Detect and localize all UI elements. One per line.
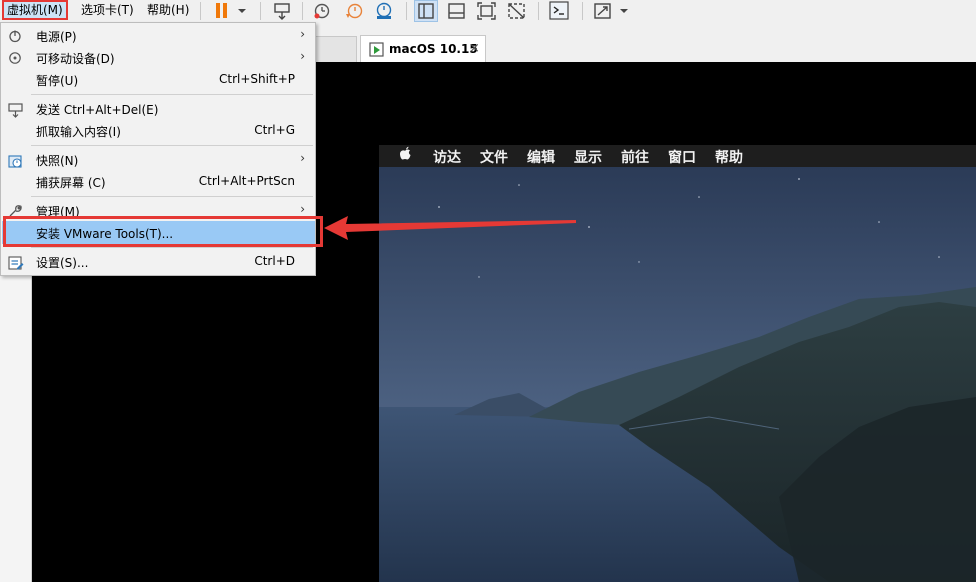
menu-item-power[interactable]: 电源(P) ›: [2, 25, 315, 47]
power-icon: [8, 29, 22, 46]
unity-button[interactable]: [504, 0, 530, 22]
snapshot-button[interactable]: [310, 0, 336, 22]
chevron-down-icon: [620, 9, 628, 13]
guest-menu-file[interactable]: 文件: [480, 147, 508, 167]
menu-item-removable-devices[interactable]: 可移动设备(D) ›: [2, 47, 315, 69]
menu-item-shortcut: Ctrl+D: [254, 254, 295, 268]
guest-menubar: 访达 文件 编辑 显示 前往 窗口 帮助: [379, 145, 976, 167]
settings-icon: [8, 255, 24, 274]
chevron-down-icon: [238, 9, 246, 13]
annotation-arrow-icon: [324, 216, 576, 240]
revert-snapshot-button[interactable]: [342, 0, 368, 22]
terminal-icon: [549, 1, 569, 20]
sidebar-layout-icon: [418, 3, 434, 19]
revert-clock-icon: [346, 3, 363, 19]
menu-item-snapshot[interactable]: 快照(N) ›: [2, 149, 315, 171]
chevron-right-icon: ›: [300, 151, 305, 165]
menu-item-label: 暂停(U): [36, 74, 79, 88]
menu-item-shortcut: Ctrl+G: [254, 123, 295, 137]
stretch-icon: [594, 3, 611, 19]
chevron-right-icon: ›: [300, 202, 305, 216]
guest-menu-go[interactable]: 前往: [621, 147, 649, 167]
menu-item-label: 快照(N): [36, 154, 79, 168]
console-view-button[interactable]: [444, 0, 470, 22]
annotation-highlight-box: [3, 216, 323, 247]
snapshot-clock-icon: [314, 3, 330, 19]
fullscreen-button[interactable]: [474, 0, 500, 22]
menu-separator: [31, 247, 313, 248]
menu-item-pause[interactable]: 暂停(U) Ctrl+Shift+P: [2, 69, 315, 91]
menu-separator: [31, 94, 313, 95]
terminal-button[interactable]: [546, 0, 574, 22]
guest-menu-finder[interactable]: 访达: [433, 147, 461, 167]
device-icon: [8, 51, 22, 68]
chevron-right-icon: ›: [300, 49, 305, 63]
menu-item-label: 捕获屏幕 (C): [36, 176, 106, 190]
menu-help[interactable]: 帮助(H): [144, 0, 192, 20]
menu-vm[interactable]: 虚拟机(M): [2, 0, 68, 20]
library-view-button[interactable]: [414, 0, 438, 22]
guest-menu-edit[interactable]: 编辑: [527, 147, 555, 167]
guest-menu-window[interactable]: 窗口: [668, 147, 696, 167]
chevron-right-icon: ›: [300, 27, 305, 41]
toolbar-divider: [302, 2, 303, 20]
menu-item-label: 抓取输入内容(I): [36, 125, 121, 139]
stretch-button[interactable]: [590, 0, 634, 22]
pause-button[interactable]: [210, 0, 250, 22]
keyboard-send-icon: [274, 3, 290, 20]
menu-item-label: 电源(P): [36, 30, 77, 44]
toolbar-divider: [200, 2, 201, 20]
toolbar-divider: [406, 2, 407, 20]
menu-tabs[interactable]: 选项卡(T): [78, 0, 137, 20]
snapshot-icon: [8, 153, 24, 172]
close-icon[interactable]: ×: [469, 41, 480, 56]
keyboard-icon: [8, 102, 24, 121]
snapshot-manager-button[interactable]: [372, 0, 398, 22]
guest-menu-view[interactable]: 显示: [574, 147, 602, 167]
send-keys-button[interactable]: [270, 0, 296, 22]
guest-menu-help[interactable]: 帮助: [715, 147, 743, 167]
menu-item-settings[interactable]: 设置(S)... Ctrl+D: [2, 251, 315, 273]
menu-separator: [31, 196, 313, 197]
menu-separator: [31, 145, 313, 146]
tab-home[interactable]: [312, 36, 357, 62]
apple-icon[interactable]: [399, 146, 413, 167]
console-layout-icon: [448, 3, 465, 19]
vm-running-icon: [369, 42, 385, 61]
menu-item-send-ctrl-alt-del[interactable]: 发送 Ctrl+Alt+Del(E): [2, 98, 315, 120]
toolbar-divider: [582, 2, 583, 20]
fullscreen-icon: [477, 2, 496, 20]
tab-macos[interactable]: macOS 10.15 ×: [360, 35, 486, 62]
menu-item-capture-screen[interactable]: 捕获屏幕 (C) Ctrl+Alt+PrtScn: [2, 171, 315, 193]
toolbar-divider: [538, 2, 539, 20]
toolbar-divider: [260, 2, 261, 20]
menu-item-grab-input[interactable]: 抓取输入内容(I) Ctrl+G: [2, 120, 315, 142]
tab-title: macOS 10.15: [389, 42, 478, 56]
menu-item-label: 可移动设备(D): [36, 52, 115, 66]
menu-item-label: 发送 Ctrl+Alt+Del(E): [36, 103, 159, 117]
menu-item-shortcut: Ctrl+Alt+PrtScn: [198, 174, 295, 188]
snapshot-manager-icon: [376, 2, 392, 19]
menubar: 虚拟机(M) 选项卡(T) 帮助(H): [0, 0, 976, 22]
unity-icon: [508, 3, 525, 19]
menu-item-shortcut: Ctrl+Shift+P: [219, 72, 295, 86]
menu-item-label: 设置(S)...: [36, 256, 89, 270]
